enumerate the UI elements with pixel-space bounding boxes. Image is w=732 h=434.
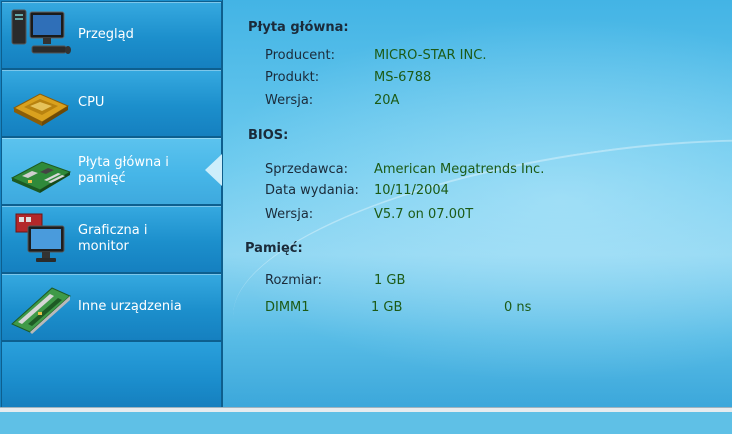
active-item-pointer <box>205 154 222 186</box>
section-title-memory: Pamięć: <box>245 241 303 256</box>
sidebar-item-overview[interactable]: Przegląd <box>1 1 222 69</box>
motherboard-product-value: MS-6788 <box>374 70 432 85</box>
motherboard-manufacturer-value: MICRO-STAR INC. <box>374 48 487 63</box>
monitor-icon <box>8 210 72 268</box>
bios-vendor-value: American Megatrends Inc. <box>374 162 545 177</box>
bios-version-label: Wersja: <box>265 207 314 222</box>
expansion-card-icon <box>8 278 72 336</box>
sidebar-item-label: CPU <box>78 95 105 110</box>
bios-vendor-label: Sprzedawca: <box>265 162 349 177</box>
memory-module-speed: 0 ns <box>504 300 532 315</box>
sidebar-item-motherboard-memory[interactable]: Płyta główna i pamięć <box>1 137 222 205</box>
motherboard-version-label: Wersja: <box>265 93 314 108</box>
sidebar-empty-slot <box>1 341 222 409</box>
motherboard-icon <box>8 142 72 200</box>
cpu-chip-icon <box>8 74 72 132</box>
section-title-bios: BIOS: <box>248 128 289 143</box>
section-title-motherboard: Płyta główna: <box>248 20 349 35</box>
sidebar-item-label: Płyta główna i pamięć <box>78 155 169 186</box>
background-swoosh <box>217 98 732 434</box>
sidebar: Przegląd CPU Płyta główna i pamięć Grafi… <box>0 0 223 409</box>
sidebar-item-cpu[interactable]: CPU <box>1 69 222 137</box>
motherboard-product-label: Produkt: <box>265 70 320 85</box>
bottom-border <box>0 407 732 412</box>
motherboard-version-value: 20A <box>374 93 400 108</box>
sidebar-item-label: Przegląd <box>78 27 134 42</box>
bios-version-value: V5.7 on 07.00T <box>374 207 474 222</box>
memory-module-size: 1 GB <box>371 300 403 315</box>
sidebar-item-other-devices[interactable]: Inne urządzenia <box>1 273 222 341</box>
sidebar-item-label: Inne urządzenia <box>78 299 182 314</box>
memory-size-value: 1 GB <box>374 273 406 288</box>
desktop-computer-icon <box>8 6 72 64</box>
sidebar-item-label: Graficzna i monitor <box>78 223 148 254</box>
sidebar-item-graphics-monitor[interactable]: Graficzna i monitor <box>1 205 222 273</box>
bios-release-date-value: 10/11/2004 <box>374 183 449 198</box>
motherboard-manufacturer-label: Producent: <box>265 48 335 63</box>
bios-release-date-label: Data wydania: <box>265 183 359 198</box>
memory-size-label: Rozmiar: <box>265 273 322 288</box>
memory-module-slot: DIMM1 <box>265 300 310 315</box>
